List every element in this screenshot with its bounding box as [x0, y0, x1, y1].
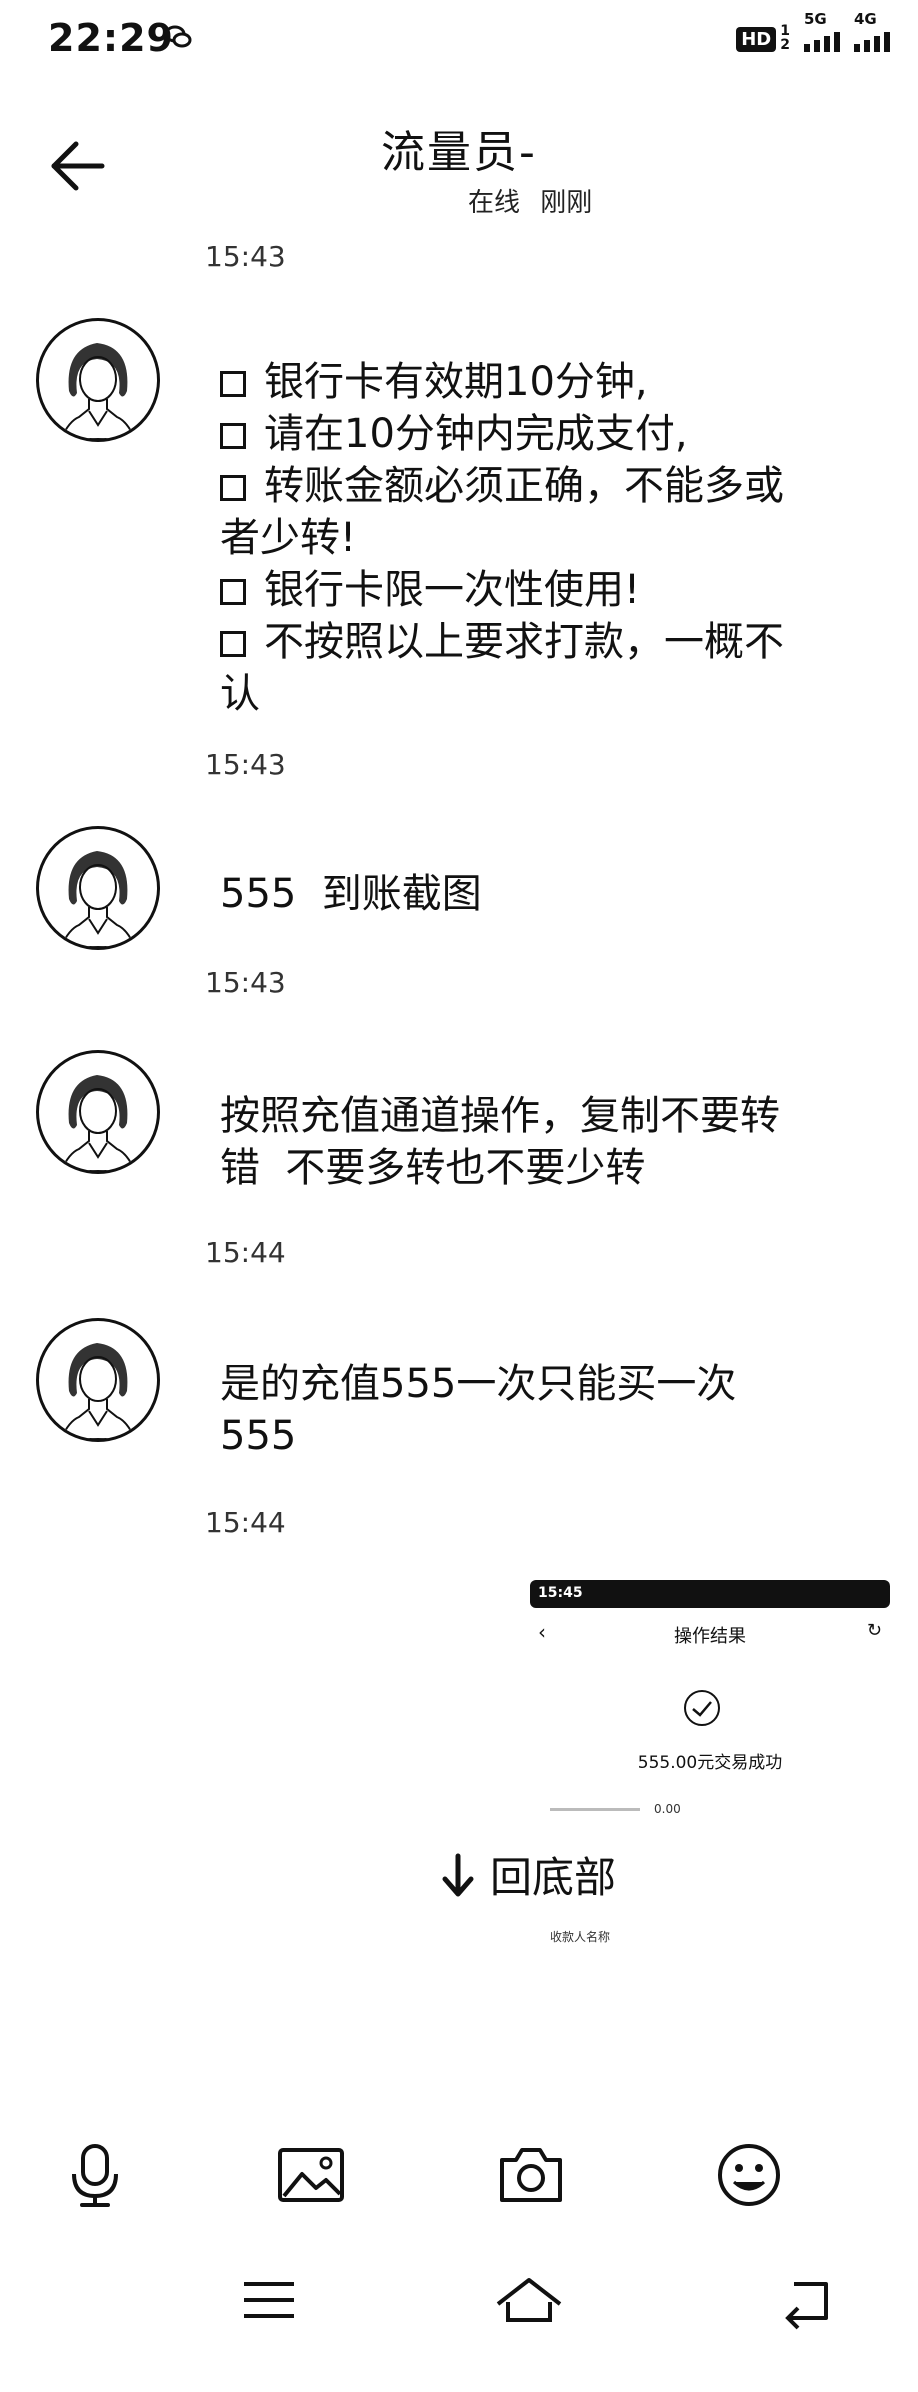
message-line: 者少转! [220, 515, 357, 561]
scroll-to-bottom-label: 回底部 [490, 1853, 617, 1902]
camera-icon[interactable] [496, 2140, 566, 2210]
chat-title: 流量员- [381, 127, 537, 178]
menu-icon[interactable] [234, 2270, 304, 2330]
microphone-icon[interactable] [60, 2140, 130, 2210]
emoji-icon[interactable] [714, 2140, 784, 2210]
message-line: 不按照以上要求打款，一概不 [220, 616, 784, 668]
message-timestamp: 15:43 [205, 966, 286, 999]
avatar-portrait-icon [59, 1343, 137, 1439]
wechat-notification-icon [164, 25, 192, 48]
message-line: 555 [220, 1413, 297, 1459]
message-timestamp: 15:44 [205, 1236, 286, 1269]
screenshot-image-message[interactable]: 15:45 ‹ 操作结果 ↻ 555.00元交易成功 0.00 收款人名称 [530, 1580, 890, 1970]
checkbox-icon [220, 423, 246, 449]
message-timestamp: 15:43 [205, 240, 286, 273]
avatar-portrait-icon [59, 343, 137, 439]
image-status-bar: 15:45 [530, 1580, 890, 1608]
avatar-portrait-icon [59, 1075, 137, 1171]
signal-5g-icon: 5G [804, 10, 840, 52]
message-bubble: 银行卡有效期10分钟, 请在10分钟内完成支付, 转账金额必须正确，不能多或 者… [220, 356, 784, 720]
hd-badge: HD [736, 27, 777, 52]
message-line: 认 [220, 671, 260, 717]
message-bubble: 按照充值通道操作，复制不要转 错 不要多转也不要少转 [220, 1090, 780, 1194]
message-line: 转账金额必须正确，不能多或 [220, 460, 784, 512]
arrow-down-icon [442, 1853, 474, 1896]
message-bubble: 555 到账截图 [220, 871, 482, 917]
back-icon[interactable] [774, 2270, 844, 2330]
avatar-portrait-icon [59, 851, 137, 947]
home-icon[interactable] [494, 2270, 564, 2330]
checkbox-icon [220, 475, 246, 501]
avatar[interactable] [36, 1318, 160, 1442]
avatar[interactable] [36, 318, 160, 442]
status-indicators: HD 1 2 5G 4G [736, 10, 890, 53]
image-row-label: 收款人名称 [550, 1930, 611, 1944]
scroll-to-bottom-button[interactable]: 回底部 [430, 1840, 627, 1909]
image-row-value: 0.00 [550, 1802, 681, 1816]
signal-4g-icon: 4G [854, 10, 890, 52]
image-icon[interactable] [276, 2140, 346, 2210]
message-line: 是的充值555一次只能买一次 [220, 1361, 737, 1407]
status-time: 22:29 [48, 16, 174, 60]
success-check-icon [684, 1690, 720, 1726]
online-status: 在线 [468, 188, 521, 218]
message-line: 银行卡有效期10分钟, [220, 356, 784, 408]
checkbox-icon [220, 371, 246, 397]
message-line: 按照充值通道操作，复制不要转 [220, 1093, 780, 1139]
message-line: 银行卡限一次性使用! [220, 564, 784, 616]
avatar[interactable] [36, 826, 160, 950]
image-amount-text: 555.00元交易成功 [637, 1753, 783, 1773]
message-bubble: 是的充值555一次只能买一次 555 [220, 1358, 736, 1462]
message-timestamp: 15:43 [205, 748, 286, 781]
last-seen: 刚刚 [540, 188, 593, 218]
image-title: 操作结果 [674, 1626, 746, 1647]
sim-indicator: 1 2 [780, 23, 790, 53]
chat-status: 在线 刚刚 [468, 182, 604, 219]
avatar[interactable] [36, 1050, 160, 1174]
checkbox-icon [220, 631, 246, 657]
message-line: 请在10分钟内完成支付, [220, 408, 784, 460]
message-timestamp: 15:44 [205, 1506, 286, 1539]
image-headset-icon: ↻ [866, 1620, 882, 1641]
message-line: 错 不要多转也不要少转 [220, 1145, 646, 1191]
checkbox-icon [220, 579, 246, 605]
